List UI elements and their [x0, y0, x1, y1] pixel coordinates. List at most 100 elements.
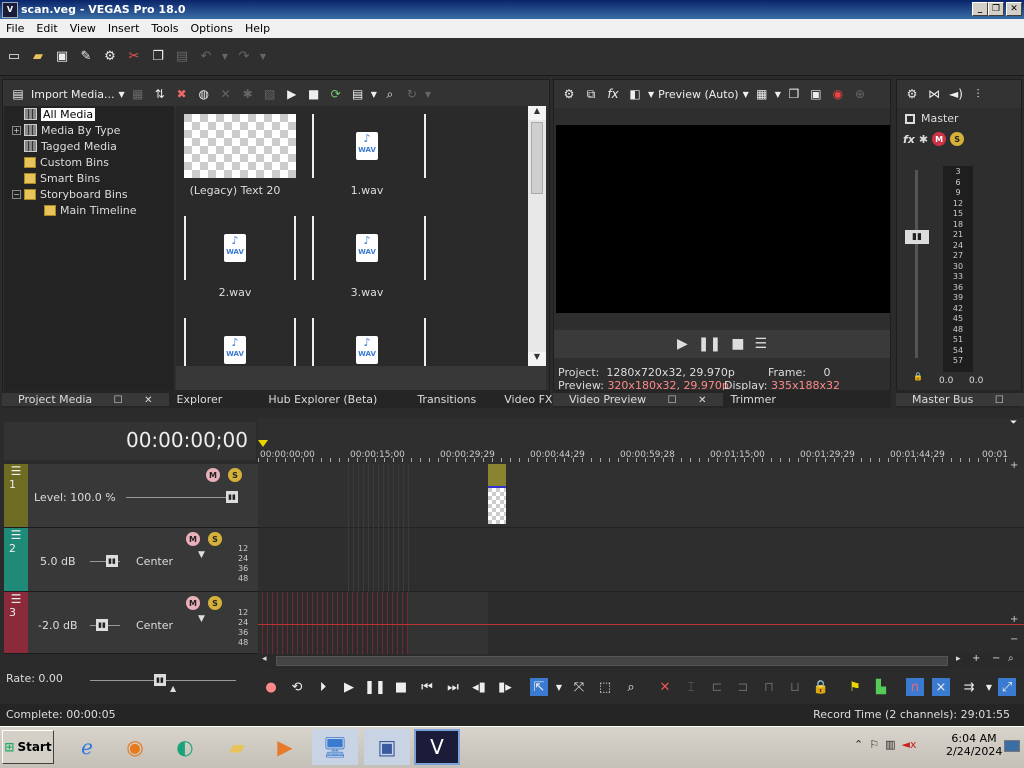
volume-slider-handle[interactable]: ▮▮: [96, 619, 108, 631]
scroll-thumb[interactable]: [531, 122, 543, 194]
loop-icon[interactable]: ⟲: [288, 678, 306, 696]
preview-quality-dropdown[interactable]: Preview (Auto): [658, 88, 738, 101]
show-desktop-icon[interactable]: [1004, 740, 1020, 752]
firefox-icon[interactable]: ◉: [112, 729, 158, 765]
scroll-up-icon[interactable]: ▲: [528, 106, 546, 120]
refresh-dropdown-icon[interactable]: ▼: [425, 90, 431, 99]
volume-envelope[interactable]: [258, 624, 1024, 625]
network-tray-icon[interactable]: ▥: [885, 738, 895, 751]
minimize-button[interactable]: _: [972, 2, 988, 16]
split-dropdown-icon[interactable]: ▼: [648, 90, 654, 99]
media-scrollbar[interactable]: ▲ ▼: [528, 106, 546, 366]
solo-icon[interactable]: S: [208, 596, 222, 610]
playhead-marker-icon[interactable]: [258, 440, 268, 447]
timeline-hscrollbar[interactable]: ◂ ▸ + − ⌕: [258, 653, 1024, 668]
marker-icon[interactable]: ⚑: [846, 678, 864, 696]
solo-icon[interactable]: S: [208, 532, 222, 546]
track-menu-icon[interactable]: ☰: [4, 528, 28, 542]
mute-icon[interactable]: M: [186, 532, 200, 546]
envelope-tool-icon[interactable]: ⤧: [570, 678, 588, 696]
menu-insert[interactable]: Insert: [102, 22, 146, 35]
paste-icon[interactable]: ▤: [172, 47, 192, 67]
zoom-out-icon[interactable]: −: [992, 653, 1000, 664]
mute-icon[interactable]: M: [932, 132, 947, 146]
redo-dropdown-icon[interactable]: ▼: [258, 47, 268, 67]
stop-icon[interactable]: ■: [731, 336, 744, 352]
tab-explorer[interactable]: Explorer: [169, 393, 231, 406]
more-icon[interactable]: ⊕: [851, 85, 869, 103]
scroll-right-icon[interactable]: ▸: [956, 654, 961, 664]
track-pan[interactable]: Center: [136, 619, 173, 632]
web-icon[interactable]: ◍: [195, 85, 213, 103]
media-item-wav[interactable]: ♪ WAV 2.wav: [176, 208, 296, 304]
trim-start-icon[interactable]: ⊏: [708, 678, 726, 696]
volume-muted-icon[interactable]: ◄x: [902, 738, 917, 751]
menu-tools[interactable]: Tools: [145, 22, 184, 35]
solo-icon[interactable]: S: [228, 468, 242, 482]
play-from-start-icon[interactable]: ⏵: [314, 678, 332, 696]
zoom-tool-icon[interactable]: ⌕: [622, 678, 640, 696]
scroll-left-icon[interactable]: ◂: [262, 654, 267, 664]
save-as-icon[interactable]: ✎: [76, 47, 96, 67]
master-fx-icon[interactable]: fx: [903, 133, 915, 146]
go-to-end-icon[interactable]: ⏭: [444, 678, 462, 696]
next-frame-icon[interactable]: ▮▸: [496, 678, 514, 696]
tree-item-custom-bins[interactable]: Custom Bins: [4, 154, 174, 170]
start-button[interactable]: ⊞ Start: [2, 730, 54, 764]
expand-icon[interactable]: +: [12, 125, 21, 135]
snapping-icon[interactable]: ∩: [906, 678, 924, 696]
media-item-wav[interactable]: ♪ WAV: [176, 310, 296, 366]
settings-icon[interactable]: ⚙: [100, 47, 120, 67]
import-media-icon[interactable]: ▤: [9, 85, 27, 103]
search-icon[interactable]: ⌕: [381, 85, 399, 103]
track-pan[interactable]: Center: [136, 555, 173, 568]
level-slider-handle[interactable]: ▮▮: [226, 491, 238, 503]
undock-icon[interactable]: ☐: [987, 395, 1012, 406]
tab-project-media[interactable]: Project Media ☐ ✕: [2, 392, 169, 406]
media-player-icon[interactable]: ▶: [262, 729, 308, 765]
ripple-icon[interactable]: ⊔: [786, 678, 804, 696]
get-media-icon[interactable]: ⇅: [151, 85, 169, 103]
prev-frame-icon[interactable]: ◂▮: [470, 678, 488, 696]
rate-reset-icon[interactable]: ▲: [170, 684, 176, 693]
track-area[interactable]: + − +: [258, 460, 1024, 654]
track-header-2[interactable]: ☰ 2 M S ▼ 5.0 dB ▮▮ Center 12 24 36 48: [4, 528, 258, 592]
master-settings-icon[interactable]: ⚙: [903, 85, 921, 103]
views-dropdown-icon[interactable]: ▼: [371, 90, 377, 99]
tray-expand-icon[interactable]: ⌃: [854, 738, 863, 751]
split-icon[interactable]: ⊓: [760, 678, 778, 696]
split-screen-icon[interactable]: ◧: [626, 85, 644, 103]
control-panel-icon[interactable]: ▣: [364, 729, 410, 765]
tab-hub-explorer[interactable]: Hub Explorer (Beta): [260, 393, 385, 406]
auto-crossfade-icon[interactable]: ⨯: [932, 678, 950, 696]
normal-edit-tool-icon[interactable]: ⇱: [530, 678, 548, 696]
envelope-minus-icon[interactable]: −: [1010, 634, 1018, 645]
save-snapshot-icon[interactable]: ▣: [807, 85, 825, 103]
preview-settings-icon[interactable]: ⚙: [560, 85, 578, 103]
redo-icon[interactable]: ↷: [234, 47, 254, 67]
overlays-grid-icon[interactable]: ▦: [753, 85, 771, 103]
menu-help[interactable]: Help: [239, 22, 276, 35]
lock-icon[interactable]: 🔒: [913, 372, 923, 381]
new-icon[interactable]: ▭: [4, 47, 24, 67]
tree-item-main-timeline[interactable]: Main Timeline: [4, 202, 174, 218]
trim-icon[interactable]: ⌶: [682, 678, 700, 696]
timeline-pin-icon[interactable]: ⏷: [1010, 418, 1022, 430]
track-menu-icon[interactable]: ☰: [4, 464, 28, 478]
solo-icon[interactable]: S: [950, 132, 965, 146]
tree-item-media-by-type[interactable]: + Media By Type: [4, 122, 174, 138]
open-icon[interactable]: ▰: [28, 47, 48, 67]
undo-dropdown-icon[interactable]: ▼: [220, 47, 230, 67]
save-icon[interactable]: ▣: [52, 47, 72, 67]
stop-icon[interactable]: ■: [305, 85, 323, 103]
refresh-icon[interactable]: ↻: [403, 85, 421, 103]
views-icon[interactable]: ▤: [349, 85, 367, 103]
collapse-icon[interactable]: −: [12, 189, 21, 199]
volume-slider-handle[interactable]: ▮▮: [106, 555, 118, 567]
action-center-icon[interactable]: ⚐: [869, 738, 879, 751]
mute-icon[interactable]: M: [206, 468, 220, 482]
copy-icon[interactable]: ❐: [148, 47, 168, 67]
remove-unused-icon[interactable]: ✖: [173, 85, 191, 103]
close-button[interactable]: ✕: [1006, 2, 1022, 16]
go-to-start-icon[interactable]: ⏮: [418, 678, 436, 696]
